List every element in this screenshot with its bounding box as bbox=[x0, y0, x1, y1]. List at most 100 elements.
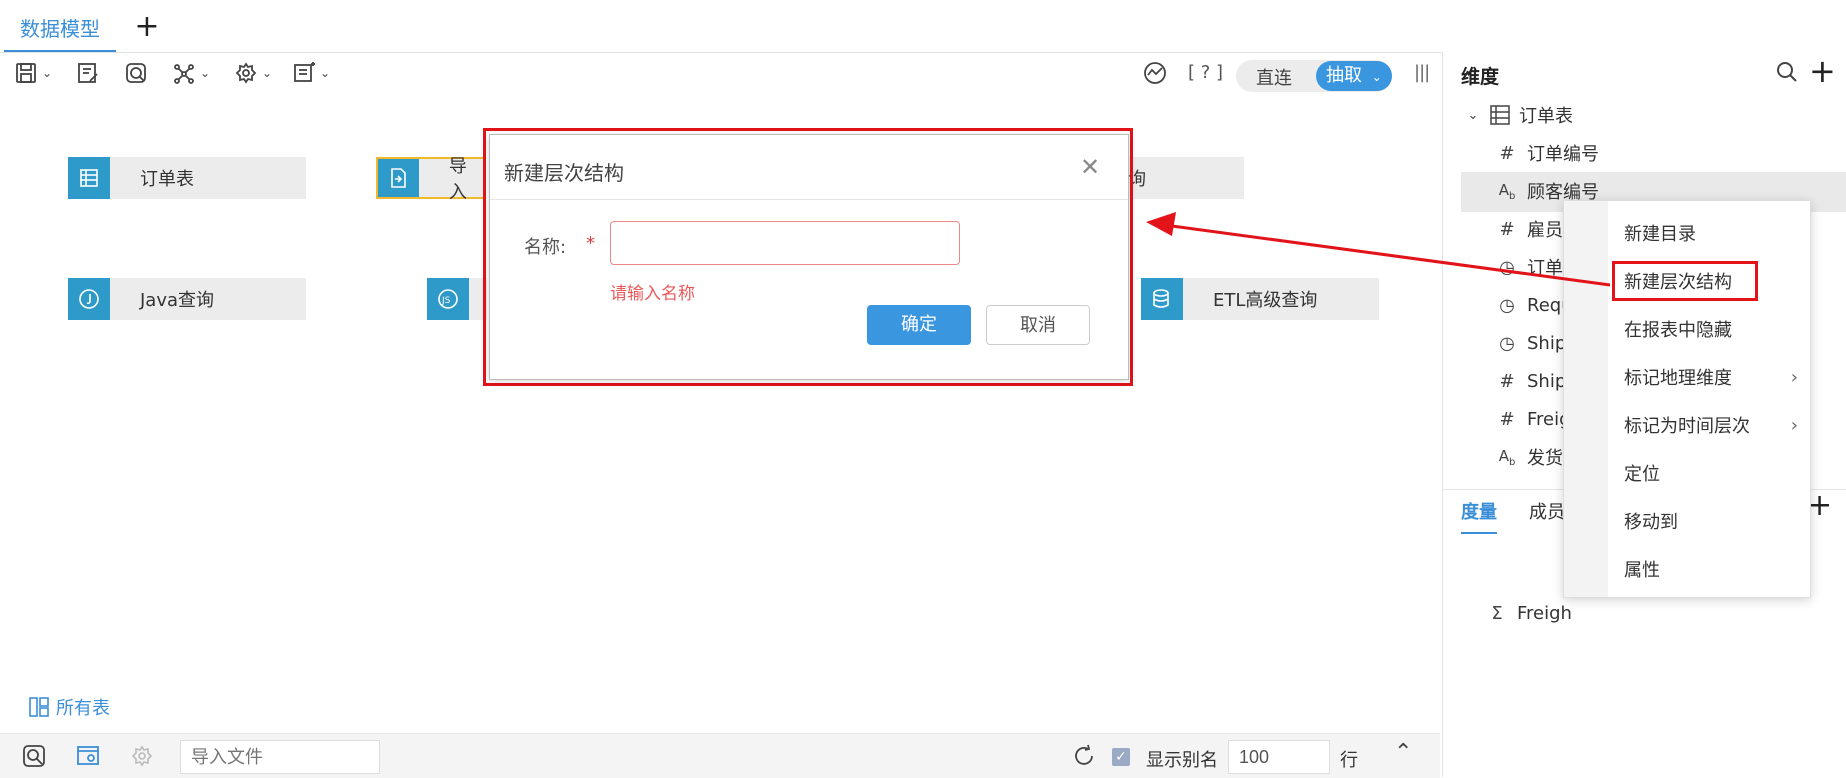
table-node-label: 导入 bbox=[448, 156, 467, 203]
menu-highlight-frame bbox=[1612, 261, 1758, 301]
chevron-up-icon[interactable]: ⌃ bbox=[1394, 740, 1412, 765]
menu-item-new-folder[interactable]: 新建目录 bbox=[1624, 213, 1804, 253]
table-node-label: Java查询 bbox=[140, 290, 215, 311]
close-icon[interactable]: ✕ bbox=[1080, 153, 1100, 181]
tab-member[interactable]: 成员 bbox=[1529, 498, 1565, 524]
date-field-icon: ◷ bbox=[1499, 332, 1515, 354]
table-icon bbox=[1490, 105, 1510, 125]
field-label: Ship bbox=[1527, 332, 1567, 354]
field-item[interactable]: Ab 发货 bbox=[1495, 438, 1563, 476]
js-query-icon: JS bbox=[427, 278, 469, 320]
search-icon[interactable] bbox=[22, 744, 46, 768]
table-node-query[interactable]: 询 bbox=[1128, 157, 1244, 199]
add-icon[interactable]: + bbox=[1809, 52, 1836, 90]
search-table-button[interactable] bbox=[124, 56, 148, 90]
save-menu[interactable]: ⌄ bbox=[14, 56, 52, 90]
field-item[interactable]: # 订单编号 bbox=[1495, 134, 1599, 172]
chevron-down-icon: ⌄ bbox=[200, 66, 211, 80]
measure-item[interactable]: Σ Freigh bbox=[1485, 594, 1572, 632]
bottom-bar: ✓ 显示别名 行 ⌃ bbox=[0, 733, 1440, 778]
field-item[interactable]: ◷ Requ bbox=[1495, 286, 1572, 324]
table-node-js-query[interactable]: JS bbox=[427, 278, 487, 320]
field-item[interactable]: ◷ 订单 bbox=[1495, 248, 1563, 286]
menu-item-locate[interactable]: 定位 bbox=[1624, 453, 1804, 493]
cancel-button[interactable]: 取消 bbox=[986, 305, 1090, 345]
layout-icon bbox=[29, 697, 49, 717]
table-node-import[interactable]: 导入 bbox=[376, 156, 486, 203]
field-label: 订单编号 bbox=[1527, 144, 1599, 165]
field-label: 订单 bbox=[1527, 258, 1563, 279]
java-query-icon bbox=[68, 278, 110, 320]
field-label: Ship bbox=[1527, 370, 1567, 392]
menu-icon-strip bbox=[1564, 201, 1608, 597]
menu-item-label: 新建目录 bbox=[1624, 224, 1696, 245]
settings-menu[interactable]: ⌄ bbox=[234, 56, 272, 90]
mode-extract-label: 抽取 bbox=[1326, 65, 1362, 86]
chevron-down-icon: ⌄ bbox=[320, 66, 331, 80]
number-field-icon: # bbox=[1499, 370, 1515, 392]
preview-button[interactable] bbox=[1142, 56, 1168, 90]
menu-item-properties[interactable]: 属性 bbox=[1624, 549, 1804, 589]
menu-item-label: 定位 bbox=[1624, 464, 1660, 485]
table-node-java-query[interactable]: Java查询 bbox=[68, 278, 306, 320]
menu-item-label: 属性 bbox=[1624, 560, 1660, 581]
name-error-message: 请输入名称 bbox=[610, 284, 695, 304]
field-item[interactable]: # Freig bbox=[1495, 400, 1570, 438]
edit-button[interactable] bbox=[76, 56, 100, 90]
dialog-divider bbox=[490, 199, 1128, 200]
gear-icon bbox=[235, 62, 257, 84]
import-file-icon bbox=[378, 159, 419, 197]
field-label: 发货 bbox=[1527, 448, 1563, 469]
table-node-etl-query[interactable]: ETL高级查询 bbox=[1141, 278, 1379, 320]
number-field-icon: # bbox=[1499, 408, 1515, 430]
show-alias-checkbox[interactable]: ✓ bbox=[1112, 748, 1130, 766]
number-field-icon: # bbox=[1499, 218, 1515, 240]
menu-item-hide-in-report[interactable]: 在报表中隐藏 bbox=[1624, 309, 1804, 349]
chevron-down-icon: ⌄ bbox=[42, 66, 53, 80]
field-label: 雇员 bbox=[1527, 220, 1563, 241]
sum-icon: Σ bbox=[1491, 602, 1503, 624]
save-icon bbox=[16, 63, 36, 83]
all-tables-label: 所有表 bbox=[56, 698, 110, 719]
refresh-icon[interactable] bbox=[1072, 744, 1096, 768]
rows-unit-label: 行 bbox=[1340, 750, 1358, 771]
database-icon bbox=[1141, 278, 1183, 320]
mode-toggle: 直连 抽取 ⌄ bbox=[1236, 60, 1392, 92]
chevron-right-icon: › bbox=[1790, 414, 1798, 436]
tree-root[interactable]: ⌄ 订单表 bbox=[1461, 96, 1573, 134]
tab-measure[interactable]: 度量 bbox=[1461, 498, 1497, 534]
relation-menu[interactable]: ⌄ bbox=[172, 56, 210, 90]
gear-icon[interactable] bbox=[130, 744, 154, 768]
menu-item-move-to[interactable]: 移动到 bbox=[1624, 501, 1804, 541]
mode-extract[interactable]: 抽取 ⌄ bbox=[1316, 61, 1392, 91]
search-icon[interactable] bbox=[1775, 60, 1799, 84]
field-item[interactable]: # Ship bbox=[1495, 362, 1566, 400]
export-menu[interactable]: ⌄ bbox=[292, 56, 330, 90]
chevron-down-icon: ⌄ bbox=[262, 66, 273, 80]
import-file-input[interactable] bbox=[180, 740, 380, 774]
menu-item-mark-time[interactable]: 标记为时间层次 › bbox=[1624, 405, 1804, 445]
row-count-input[interactable] bbox=[1228, 740, 1330, 774]
name-input[interactable] bbox=[610, 221, 960, 265]
chevron-right-icon: › bbox=[1790, 366, 1798, 388]
tab-data-model[interactable]: 数据模型 bbox=[4, 8, 116, 52]
context-menu: 新建目录 新建层次结构 在报表中隐藏 标记地理维度 › 标记为时间层次 › 定位 移… bbox=[1563, 200, 1811, 598]
help-button[interactable]: [ ? ] bbox=[1188, 62, 1223, 83]
all-tables-button[interactable]: 所有表 bbox=[28, 694, 110, 720]
table-node-label: ETL高级查询 bbox=[1213, 290, 1318, 311]
field-item[interactable]: ◷ Ship bbox=[1495, 324, 1566, 362]
menu-item-mark-geo[interactable]: 标记地理维度 › bbox=[1624, 357, 1804, 397]
menu-item-label: 在报表中隐藏 bbox=[1624, 320, 1732, 341]
mode-direct[interactable]: 直连 bbox=[1256, 64, 1292, 90]
window-settings-icon[interactable] bbox=[76, 744, 100, 768]
menu-item-label: 标记地理维度 bbox=[1624, 368, 1732, 389]
confirm-button[interactable]: 确定 bbox=[867, 305, 971, 345]
tree-root-label: 订单表 bbox=[1519, 106, 1573, 127]
required-mark: * bbox=[586, 233, 595, 254]
column-toggle-icon[interactable]: ||| bbox=[1414, 62, 1430, 83]
measure-label: Freigh bbox=[1517, 602, 1572, 624]
table-node-orders[interactable]: 订单表 bbox=[68, 157, 306, 199]
field-item[interactable]: # 雇员 bbox=[1495, 210, 1563, 248]
name-label: 名称: bbox=[524, 237, 567, 258]
add-tab-button[interactable]: + bbox=[132, 8, 162, 48]
